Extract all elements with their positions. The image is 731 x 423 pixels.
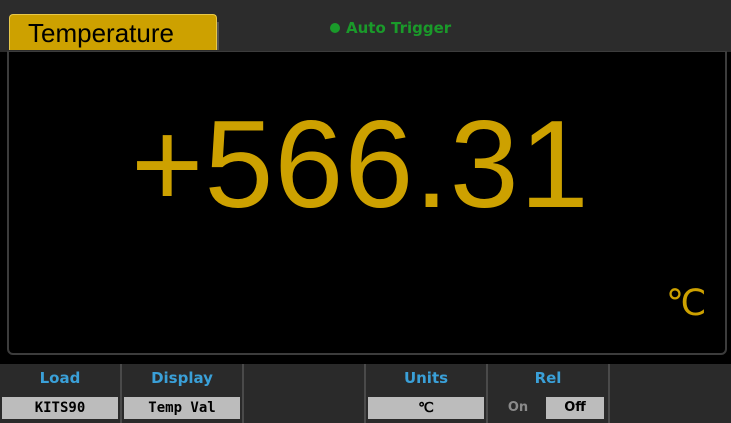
softkey-bar: Load KITS90 Display Temp Val Units ℃ Rel… — [0, 364, 731, 423]
softkey-display-title: Display — [151, 369, 213, 387]
softkey-load-title: Load — [39, 369, 81, 387]
tab-divider — [217, 22, 219, 50]
softkey-units[interactable]: Units ℃ — [366, 364, 488, 423]
softkey-units-value: ℃ — [368, 397, 484, 419]
trigger-status: Auto Trigger — [330, 18, 451, 38]
mode-tab-temperature[interactable]: Temperature — [9, 14, 217, 50]
softkey-display[interactable]: Display Temp Val — [122, 364, 244, 423]
softkey-units-title: Units — [403, 369, 449, 387]
trigger-label: Auto Trigger — [346, 19, 452, 37]
softkey-blank-1[interactable] — [244, 364, 366, 423]
status-bar: Temperature Auto Trigger — [0, 0, 731, 52]
trigger-indicator-icon — [330, 23, 340, 33]
softkey-display-value: Temp Val — [124, 397, 240, 419]
softkey-load[interactable]: Load KITS90 — [0, 364, 122, 423]
rel-off-option[interactable]: Off — [546, 397, 604, 419]
softkey-blank-2[interactable] — [610, 364, 731, 423]
softkey-rel[interactable]: Rel On Off — [488, 364, 610, 423]
rel-on-option[interactable]: On — [490, 397, 546, 419]
rel-toggle[interactable]: On Off — [490, 397, 606, 419]
softkey-rel-title: Rel — [534, 369, 562, 387]
measurement-unit: ℃ — [666, 283, 707, 324]
softkey-load-value: KITS90 — [2, 397, 118, 419]
measurement-reading: +566.31 — [131, 96, 590, 234]
mode-tab-label: Temperature — [28, 18, 174, 48]
